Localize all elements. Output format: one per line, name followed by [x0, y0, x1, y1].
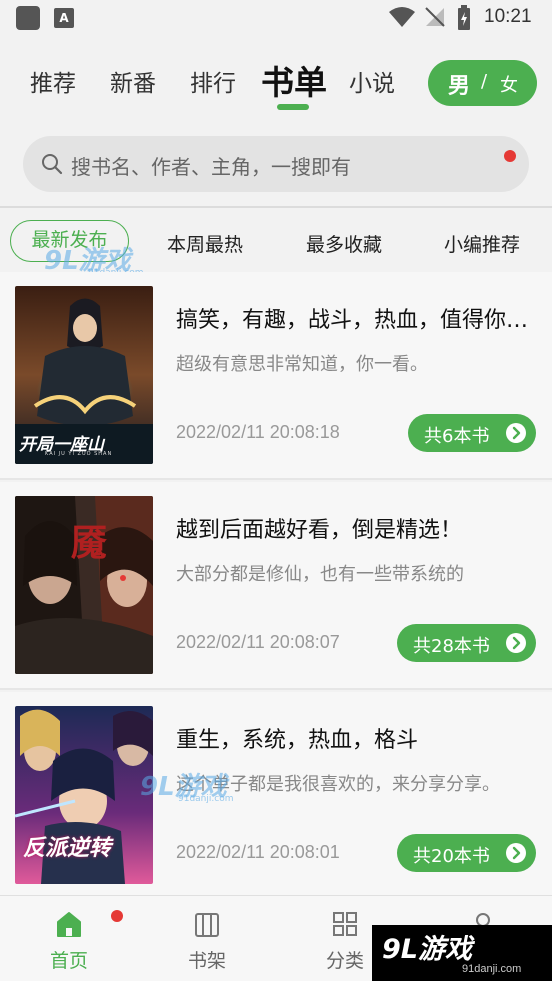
cover-title: 反派逆转 — [23, 836, 112, 861]
active-tab-indicator — [277, 104, 309, 110]
list-item[interactable]: 反派逆转 重生，系统，热血，格斗 这个单子都是我很喜欢的，来分享分享。 2022… — [0, 692, 552, 898]
cover-subtitle: KAI JU YI ZUO SHAN — [45, 451, 113, 457]
chevron-right-icon — [506, 423, 526, 443]
booklist-title: 重生，系统，热血，格斗 — [176, 728, 419, 753]
status-bar: A 10:21 — [0, 0, 552, 36]
home-icon — [57, 912, 81, 937]
top-tabs: 推荐 新番 排行 书单 小说 男 / 女 — [0, 48, 552, 118]
booklist-title: 越到后面越好看，倒是精选！ — [176, 518, 463, 543]
tab-booklist[interactable]: 书单 — [261, 56, 327, 104]
search-input[interactable]: 搜书名、作者、主角，一搜即有 — [23, 136, 529, 192]
book-count-button[interactable]: 共28本书 — [397, 624, 536, 662]
clock: 10:21 — [484, 6, 532, 27]
divider — [0, 478, 552, 480]
booklist-desc: 超级有意思非常知道，你一看。 — [176, 354, 428, 375]
book-count-button[interactable]: 共6本书 — [408, 414, 536, 452]
search-icon — [42, 154, 63, 175]
list-item[interactable]: 魇 越到后面越好看，倒是精选！ 大部分都是修仙，也有一些带系统的 2022/02… — [0, 482, 552, 688]
filter-most-favorited[interactable]: 最多收藏 — [306, 230, 382, 257]
booklist-cover: 开局一座山 KAI JU YI ZUO SHAN — [15, 286, 153, 464]
no-signal-icon — [425, 7, 445, 27]
booklist-desc: 这个单子都是我很喜欢的，来分享分享。 — [176, 774, 500, 795]
booklist-date: 2022/02/11 20:08:01 — [176, 842, 340, 862]
booklist-desc: 大部分都是修仙，也有一些带系统的 — [176, 564, 464, 585]
filter-weekly-hot[interactable]: 本周最热 — [167, 230, 243, 257]
filter-editor-pick[interactable]: 小编推荐 — [444, 230, 520, 257]
watermark-url: 91danji.com — [178, 794, 234, 804]
nav-bookshelf[interactable]: 书架 — [157, 896, 257, 981]
booklist-cover: 魇 — [15, 496, 153, 674]
text-app-icon: A — [54, 8, 74, 28]
chevron-right-icon — [506, 633, 526, 653]
nav-home[interactable]: 首页 — [19, 896, 123, 981]
gender-toggle[interactable]: 男 / 女 — [428, 60, 537, 106]
divider — [0, 688, 552, 690]
divider — [0, 206, 552, 208]
search-placeholder: 搜书名、作者、主角，一搜即有 — [71, 155, 351, 179]
logo-text: 9L游戏 — [382, 934, 472, 965]
gender-male-label: 男 — [448, 74, 471, 99]
booklist-date: 2022/02/11 20:08:18 — [176, 422, 340, 442]
tab-novel[interactable]: 小说 — [349, 64, 395, 98]
wifi-icon — [389, 7, 415, 27]
battery-charging-icon — [458, 5, 470, 30]
notification-dot — [504, 150, 516, 162]
book-count-label: 共28本书 — [413, 636, 490, 657]
booklist-title: 搞笑，有趣，战斗，热血，值得你一看 — [176, 308, 542, 333]
nav-bookshelf-label: 书架 — [187, 950, 226, 972]
nav-home-label: 首页 — [49, 950, 88, 972]
notification-icon — [16, 6, 40, 30]
booklist-cover: 反派逆转 — [15, 706, 153, 884]
gender-female-label: 女 — [500, 75, 518, 96]
booklist-date: 2022/02/11 20:08:07 — [176, 632, 340, 652]
site-logo-overlay: 9L游戏 91danji.com — [372, 925, 552, 981]
notification-dot — [111, 910, 123, 922]
gender-separator: / — [481, 71, 488, 92]
book-count-label: 共6本书 — [424, 426, 490, 447]
tab-ranking[interactable]: 排行 — [190, 64, 236, 98]
tab-recommend[interactable]: 推荐 — [30, 64, 76, 98]
tab-new[interactable]: 新番 — [110, 64, 156, 98]
book-count-button[interactable]: 共20本书 — [397, 834, 536, 872]
list-item[interactable]: 开局一座山 KAI JU YI ZUO SHAN 搞笑，有趣，战斗，热血，值得你… — [0, 272, 552, 478]
category-icon — [333, 912, 357, 936]
cover-title: 魇 — [71, 523, 108, 564]
bookshelf-icon — [195, 913, 219, 937]
logo-url: 91danji.com — [462, 963, 522, 975]
chevron-right-icon — [506, 843, 526, 863]
book-count-label: 共20本书 — [413, 846, 490, 867]
